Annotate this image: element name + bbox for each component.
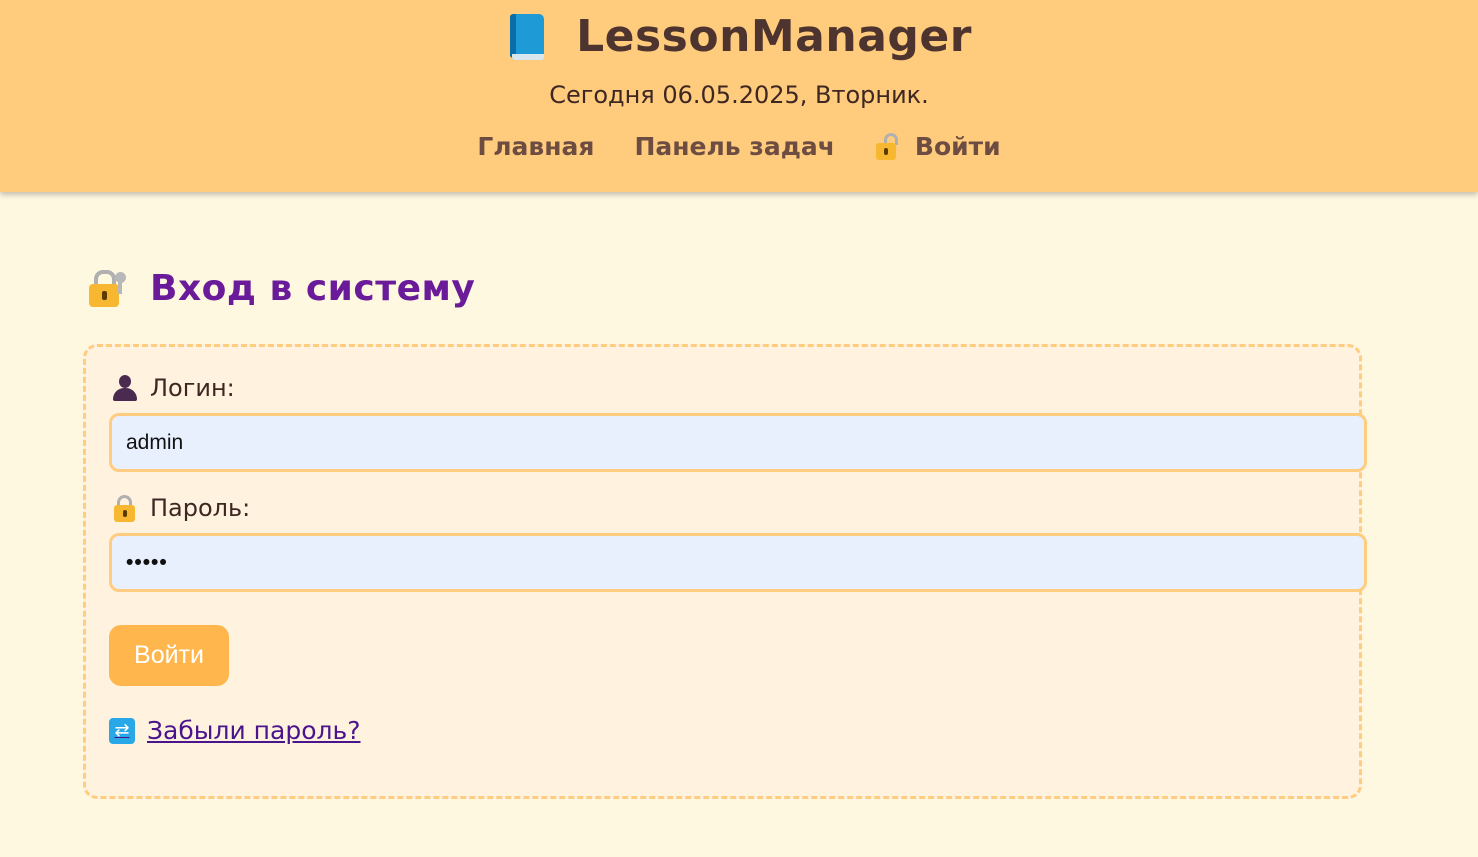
site-title: LessonManager	[576, 11, 972, 62]
username-label: Логин:	[112, 371, 235, 405]
today-date: Сегодня 06.05.2025, Вторник.	[549, 81, 929, 109]
page-title: Вход в систему	[150, 267, 476, 309]
nav-login-label: Войти	[914, 132, 1001, 161]
nav-home-link[interactable]: Главная	[477, 127, 594, 167]
unlock-icon	[875, 133, 899, 161]
page-heading: Вход в систему	[88, 258, 475, 318]
user-icon	[112, 375, 138, 401]
brand: LessonManager	[0, 4, 1478, 70]
lock-icon	[112, 494, 138, 522]
password-label: Пароль:	[112, 491, 250, 525]
nav-login-link[interactable]: Войти	[875, 127, 1001, 167]
lock-with-key-icon	[88, 268, 128, 308]
repeat-icon: ⇄	[109, 718, 135, 744]
password-label-text: Пароль:	[150, 494, 251, 522]
forgot-password-label: Забыли пароль?	[147, 716, 361, 745]
main-nav: Главная Панель задач Войти	[0, 127, 1478, 167]
site-header: LessonManager Сегодня 06.05.2025, Вторни…	[0, 0, 1478, 192]
forgot-password-link[interactable]: ⇄ Забыли пароль?	[109, 712, 361, 750]
username-input[interactable]	[109, 413, 1367, 472]
nav-tasks-link[interactable]: Панель задач	[634, 127, 834, 167]
username-label-text: Логин:	[150, 374, 235, 402]
login-submit-button[interactable]: Войти	[109, 625, 229, 686]
password-input[interactable]	[109, 533, 1367, 592]
book-icon	[506, 12, 546, 62]
